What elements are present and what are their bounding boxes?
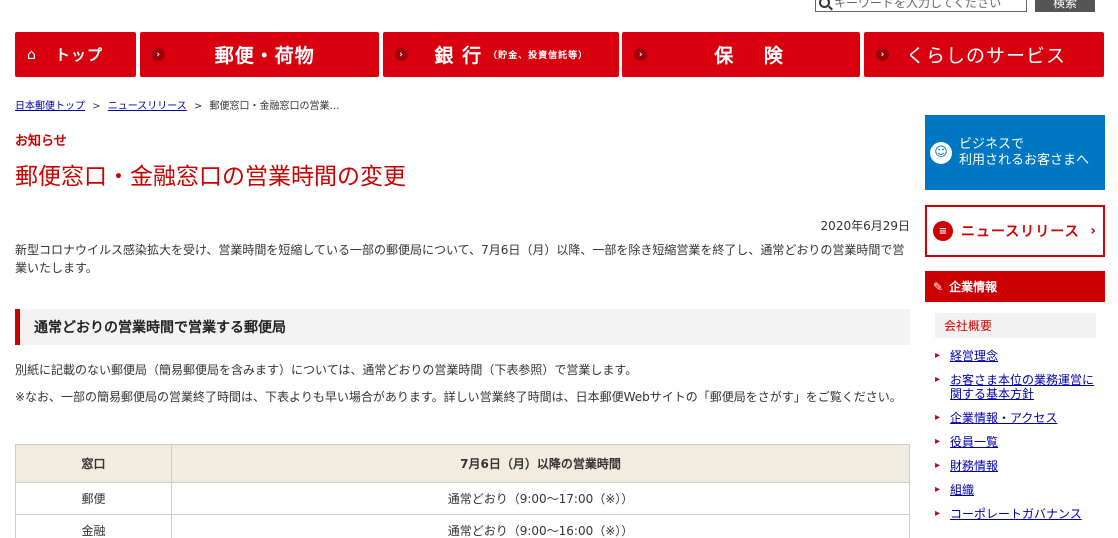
search-icon <box>819 0 830 8</box>
business-banner[interactable]: ☺ ビジネスで 利用されるお客さまへ <box>925 115 1105 190</box>
corporate-info-label: 企業情報 <box>949 280 998 294</box>
list-item: 役員一覧 <box>935 435 1105 449</box>
nav-bank-label: 銀 行 （貯金、投資信託等） <box>435 41 589 68</box>
list-item: 企業情報・アクセス <box>935 411 1105 425</box>
nav-home-label: トップ <box>55 46 104 64</box>
search-placeholder: キーワードを入力してください <box>834 0 1002 10</box>
business-banner-line2: 利用されるお客さまへ <box>959 152 1090 168</box>
paragraph: 別紙に記載のない郵便局（簡易郵便局を含みます）については、通常どおりの営業時間（… <box>15 363 638 377</box>
global-nav: ⌂ トップ › 郵便・荷物 › 銀 行 （貯金、投資信託等） › 保 険 › く… <box>15 32 1104 77</box>
search-input[interactable]: キーワードを入力してください <box>815 0 1027 12</box>
table-row: 金融 通常どおり（9:00〜16:00（※）） <box>15 514 910 538</box>
list-item: コーポレートガバナンス <box>935 507 1105 521</box>
breadcrumb-separator: > <box>92 101 101 112</box>
table-cell: 通常どおり（9:00〜16:00（※）） <box>171 514 910 538</box>
nav-mail-label: 郵便・荷物 <box>214 45 315 67</box>
table-header: 窓口 <box>15 444 172 483</box>
news-release-button[interactable]: ≡ ニュースリリース › <box>925 205 1105 257</box>
chevron-right-icon: › <box>151 48 165 61</box>
corporate-links: 経営理念 お客さま本位の業務運営に関する基本方針 企業情報・アクセス 役員一覧 … <box>935 349 1105 531</box>
table-cell: 金融 <box>15 514 172 538</box>
document-icon: ≡ <box>933 221 953 241</box>
table-cell: 郵便 <box>15 482 172 515</box>
sidebar-link[interactable]: お客さま本位の業務運営に関する基本方針 <box>950 373 1094 401</box>
table-header: 7月6日（月）以降の営業時間 <box>171 444 910 483</box>
business-banner-label: ビジネスで 利用されるお客さまへ <box>959 137 1089 169</box>
list-item: 経営理念 <box>935 349 1105 363</box>
nav-mail[interactable]: › 郵便・荷物 <box>139 32 379 77</box>
breadcrumb-link-news[interactable]: ニュースリリース <box>108 101 187 112</box>
pen-icon: ✎ <box>933 279 944 294</box>
nav-insurance[interactable]: › 保 険 <box>622 32 861 77</box>
chevron-right-icon: › <box>634 48 648 61</box>
home-icon: ⌂ <box>27 47 36 63</box>
chevron-right-icon: › <box>1090 223 1096 239</box>
company-overview-subhead[interactable]: 会社概要 <box>935 313 1096 338</box>
chevron-right-icon: › <box>876 48 889 61</box>
page-title: 郵便窓口・金融窓口の営業時間の変更 <box>15 164 406 190</box>
breadcrumb-separator: > <box>193 101 203 112</box>
business-banner-line1: ビジネスで <box>959 136 1025 152</box>
list-item: 財務情報 <box>935 459 1105 473</box>
sidebar-link[interactable]: 企業情報・アクセス <box>950 411 1057 425</box>
sidebar-link[interactable]: 経営理念 <box>950 349 998 363</box>
nav-life-services-label: くらしのサービス <box>906 45 1067 67</box>
nav-bank-title: 銀 行 <box>434 45 483 67</box>
hours-table: 窓口 7月6日（月）以降の営業時間 郵便 通常どおり（9:00〜17:00（※）… <box>15 444 910 538</box>
section-heading: 通常どおりの営業時間で営業する郵便局 <box>15 309 910 345</box>
list-item: お客さま本位の業務運営に関する基本方針 <box>935 373 1105 401</box>
sidebar-link[interactable]: 財務情報 <box>950 459 998 473</box>
breadcrumb-link-top[interactable]: 日本郵便トップ <box>15 101 85 112</box>
nav-life-services[interactable]: › くらしのサービス <box>864 32 1104 77</box>
note-paragraph: ※なお、一部の簡易郵便局の営業終了時間は、下表よりも早い場合があります。詳しい営… <box>15 390 902 404</box>
table-row: 郵便 通常どおり（9:00〜17:00（※）） <box>15 482 910 515</box>
search-bar: キーワードを入力してください 検索 <box>815 0 1095 12</box>
breadcrumb: 日本郵便トップ > ニュースリリース > 郵便窓口・金融窓口の営業… <box>15 97 340 112</box>
business-user-icon: ☺ <box>930 141 952 164</box>
page-eyebrow: お知らせ <box>15 134 67 149</box>
chevron-right-icon: › <box>394 48 408 61</box>
sidebar-link[interactable]: 組織 <box>950 483 974 497</box>
sidebar-link[interactable]: 役員一覧 <box>950 435 998 449</box>
lead-text: 新型コロナウイルス感染拡大を受け、営業時間を短縮している一部の郵便局について、7… <box>15 243 905 275</box>
sidebar-link[interactable]: コーポレートガバナンス <box>950 507 1082 521</box>
news-release-label: ニュースリリース <box>961 224 1080 240</box>
table-header-row: 窓口 7月6日（月）以降の営業時間 <box>15 444 910 483</box>
nav-insurance-label: 保 険 <box>714 45 795 67</box>
list-item: 組織 <box>935 483 1105 497</box>
nav-home[interactable]: ⌂ トップ <box>15 32 136 77</box>
corporate-info-heading: ✎ 企業情報 <box>925 271 1105 302</box>
nav-bank[interactable]: › 銀 行 （貯金、投資信託等） <box>382 32 619 77</box>
search-button[interactable]: 検索 <box>1035 0 1095 12</box>
breadcrumb-current: 郵便窓口・金融窓口の営業… <box>209 101 340 112</box>
publish-date: 2020年6月29日 <box>820 219 910 233</box>
nav-bank-sub: （貯金、投資信託等） <box>488 51 589 61</box>
table-cell: 通常どおり（9:00〜17:00（※）） <box>171 482 910 515</box>
